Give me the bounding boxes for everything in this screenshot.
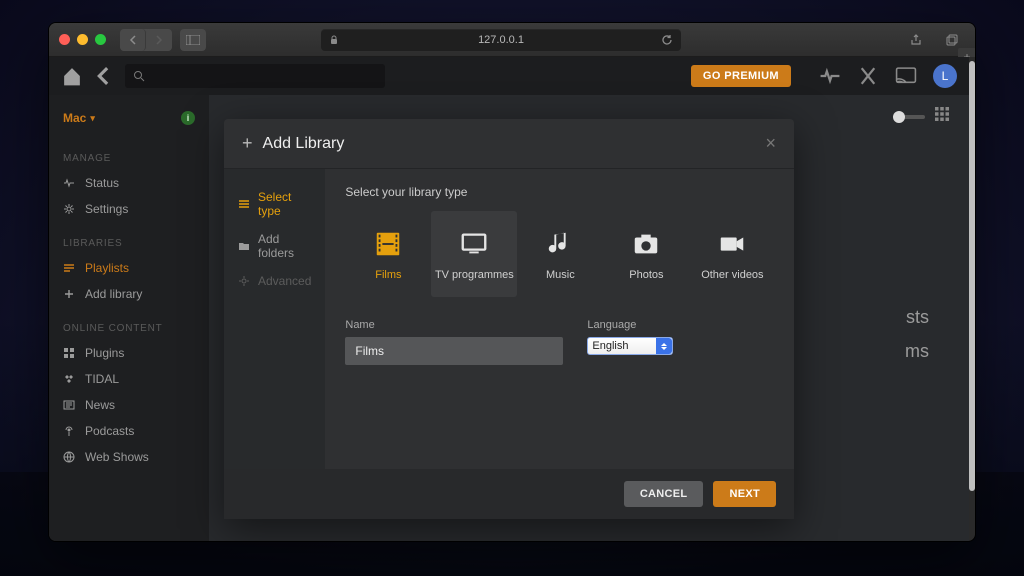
cancel-button[interactable]: CANCEL [624, 481, 704, 507]
type-music[interactable]: Music [517, 211, 603, 297]
modal-prompt: Select your library type [345, 185, 775, 199]
lock-icon [329, 35, 339, 45]
tidal-icon [63, 373, 75, 385]
sidebar-item-playlists[interactable]: Playlists [49, 255, 209, 281]
type-photos[interactable]: Photos [603, 211, 689, 297]
modal-header: + Add Library × [224, 119, 794, 169]
maximize-window-button[interactable] [95, 34, 106, 45]
back-button[interactable] [120, 29, 146, 51]
type-other[interactable]: Other videos [689, 211, 775, 297]
caret-down-icon: ▾ [90, 113, 95, 124]
film-icon [373, 227, 403, 261]
server-status-icon: i [181, 111, 195, 125]
plus-icon: + [242, 133, 253, 154]
name-input[interactable] [345, 337, 563, 365]
sidebar-toggle-button[interactable] [180, 29, 206, 51]
cast-icon[interactable] [895, 65, 917, 87]
server-selector[interactable]: Mac ▾ i [49, 107, 209, 137]
step-advanced: Advanced [224, 267, 325, 295]
sidebar-item-tidal[interactable]: TIDAL [49, 366, 209, 392]
plugins-icon [63, 347, 75, 359]
sidebar-item-add-library[interactable]: Add library [49, 281, 209, 307]
plus-icon [63, 288, 75, 300]
go-premium-button[interactable]: GO PREMIUM [691, 65, 791, 87]
podcast-icon [63, 425, 75, 437]
server-name: Mac [63, 111, 86, 125]
video-icon [717, 227, 747, 261]
settings-tools-icon[interactable] [857, 65, 879, 87]
address-url: 127.0.0.1 [478, 34, 524, 46]
news-icon [63, 399, 75, 411]
next-button[interactable]: NEXT [713, 481, 776, 507]
nav-back-forward [120, 29, 172, 51]
step-select-type[interactable]: Select type [224, 183, 325, 225]
section-libraries: LIBRARIES [49, 222, 209, 255]
language-select[interactable]: English [587, 337, 673, 355]
section-online: ONLINE CONTENT [49, 307, 209, 340]
avatar[interactable]: L [933, 64, 957, 88]
view-controls [893, 107, 949, 126]
sidebar-item-plugins[interactable]: Plugins [49, 340, 209, 366]
grid-view-icon[interactable] [935, 107, 949, 126]
language-value: English [592, 340, 628, 352]
tv-icon [459, 227, 489, 261]
music-icon [545, 227, 575, 261]
modal-title: Add Library [263, 135, 345, 153]
browser-scrollbar[interactable] [969, 57, 975, 535]
zoom-slider[interactable] [893, 115, 925, 119]
browser-window: 127.0.0.1 + [48, 22, 976, 542]
name-label: Name [345, 319, 563, 331]
modal-content: Select your library type Films TV progra… [325, 169, 795, 469]
share-button[interactable] [903, 29, 929, 51]
close-window-button[interactable] [59, 34, 70, 45]
search-icon [133, 70, 145, 82]
modal-steps: Select type Add folders Advanced [224, 169, 325, 469]
header-actions: L [819, 64, 957, 88]
globe-icon [63, 451, 75, 463]
library-types: Films TV programmes Music [345, 211, 775, 297]
sidebar-item-news[interactable]: News [49, 392, 209, 418]
back-icon[interactable] [93, 65, 115, 87]
type-films[interactable]: Films [345, 211, 431, 297]
gear-icon [63, 203, 75, 215]
section-manage: MANAGE [49, 137, 209, 170]
type-tv[interactable]: TV programmes [431, 211, 517, 297]
scrollbar-thumb[interactable] [969, 61, 975, 491]
home-icon[interactable] [61, 65, 83, 87]
language-field: Language English [587, 319, 673, 365]
app-header: GO PREMIUM L [49, 57, 969, 95]
list-icon [238, 198, 250, 210]
sidebar-item-webshows[interactable]: Web Shows [49, 444, 209, 470]
search-input[interactable] [125, 64, 385, 88]
modal-body: Select type Add folders Advanced Select … [224, 169, 794, 469]
address-bar[interactable]: 127.0.0.1 [321, 29, 681, 51]
reload-icon[interactable] [661, 34, 673, 46]
activity-icon [63, 177, 75, 189]
sidebar-item-settings[interactable]: Settings [49, 196, 209, 222]
language-label: Language [587, 319, 673, 331]
background-content-peek: sts ms [905, 300, 929, 368]
add-library-modal: + Add Library × Select type Add folders … [224, 119, 794, 519]
name-field: Name [345, 319, 563, 365]
forward-button[interactable] [146, 29, 172, 51]
step-add-folders[interactable]: Add folders [224, 225, 325, 267]
modal-fields: Name Language English [345, 319, 775, 365]
folder-icon [238, 240, 250, 252]
sidebar-item-podcasts[interactable]: Podcasts [49, 418, 209, 444]
browser-titlebar: 127.0.0.1 + [49, 23, 975, 57]
modal-footer: CANCEL NEXT [224, 469, 794, 519]
traffic-lights [59, 34, 106, 45]
sidebar-item-status[interactable]: Status [49, 170, 209, 196]
minimize-window-button[interactable] [77, 34, 88, 45]
sidebar: Mac ▾ i MANAGE Status Settings LIBRARIES… [49, 95, 209, 541]
activity-icon[interactable] [819, 65, 841, 87]
close-icon[interactable]: × [765, 133, 776, 154]
camera-icon [631, 227, 661, 261]
select-chevron-icon [656, 338, 672, 354]
gear-icon [238, 275, 250, 287]
playlist-icon [63, 262, 75, 274]
